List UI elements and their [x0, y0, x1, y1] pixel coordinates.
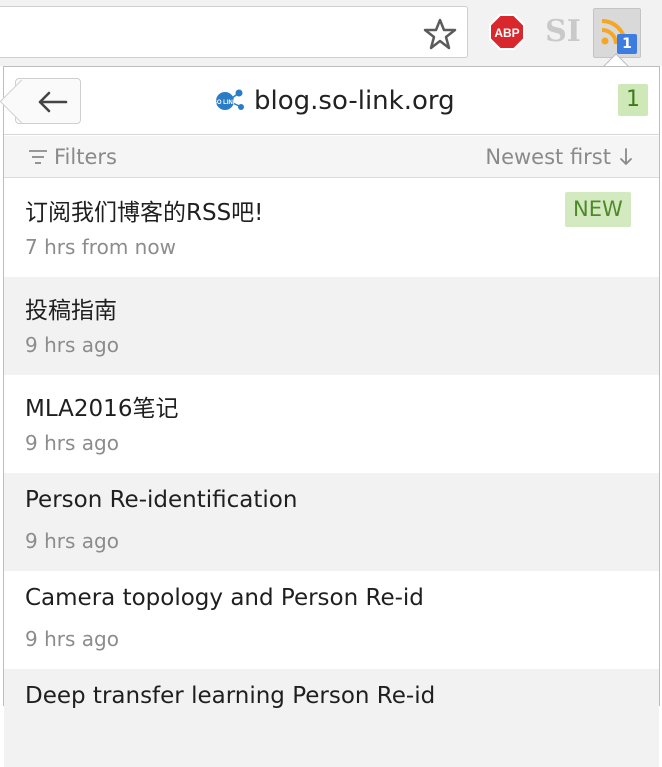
feed-item-title: Camera topology and Person Re-id — [25, 585, 424, 611]
feed-item-title: Deep transfer learning Person Re-id — [25, 683, 436, 709]
back-button[interactable] — [15, 78, 81, 124]
feed-item[interactable]: 投稿指南 9 hrs ago — [4, 277, 659, 375]
star-outline-icon[interactable] — [420, 14, 460, 54]
feed-item[interactable]: 订阅我们博客的RSS吧! 7 hrs from now NEW — [4, 179, 659, 277]
filter-icon — [29, 150, 47, 164]
address-bar[interactable] — [0, 6, 468, 58]
feed-item-time: 9 hrs ago — [25, 627, 119, 651]
popup-header: SO LINK blog.so-link.org 1 — [4, 67, 659, 135]
site-logo-icon: SO LINK — [213, 89, 244, 110]
extension-si-icon[interactable]: SI — [545, 13, 581, 51]
adblock-icon[interactable]: ABP — [489, 14, 525, 50]
site-title[interactable]: blog.so-link.org — [254, 86, 455, 116]
feed-item[interactable]: Camera topology and Person Re-id 9 hrs a… — [4, 571, 659, 669]
feed-item-time: 9 hrs ago — [25, 431, 119, 455]
filter-bar: Filters Newest first — [4, 136, 659, 178]
feed-item-title: MLA2016笔记 — [25, 396, 179, 422]
feed-item[interactable]: MLA2016笔记 9 hrs ago — [4, 375, 659, 473]
site-heading: SO LINK blog.so-link.org — [212, 83, 455, 119]
filters-button[interactable]: Filters — [28, 145, 117, 169]
rss-count-badge: 1 — [617, 34, 637, 54]
feed-item-list: 订阅我们博客的RSS吧! 7 hrs from now NEW 投稿指南 9 h… — [4, 179, 659, 767]
feed-item-title: 订阅我们博客的RSS吧! — [25, 200, 264, 226]
feed-item-time: 9 hrs ago — [25, 333, 119, 357]
filters-label: Filters — [54, 145, 117, 169]
arrow-left-icon — [38, 91, 68, 113]
unread-count-badge: 1 — [618, 84, 648, 116]
sort-label: Newest first — [485, 145, 611, 169]
new-badge: NEW — [565, 192, 631, 227]
feed-popup: SO LINK blog.so-link.org 1 Filters Newes… — [3, 66, 660, 767]
feed-item-time: 9 hrs ago — [25, 529, 119, 553]
rss-extension-button[interactable]: 1 — [593, 8, 641, 58]
feed-item-title: 投稿指南 — [25, 298, 117, 324]
feed-item[interactable]: Person Re-identification 9 hrs ago — [4, 473, 659, 571]
browser-toolbar: ABP SI 1 — [0, 0, 662, 66]
arrow-down-icon — [620, 148, 632, 165]
feed-item-title: Person Re-identification — [25, 487, 298, 513]
feed-item-time: 7 hrs from now — [25, 235, 176, 259]
feed-item[interactable]: Deep transfer learning Person Re-id — [4, 669, 659, 767]
sort-button[interactable]: Newest first — [485, 145, 633, 169]
svg-text:SO LINK: SO LINK — [213, 100, 238, 106]
svg-text:ABP: ABP — [494, 26, 519, 40]
